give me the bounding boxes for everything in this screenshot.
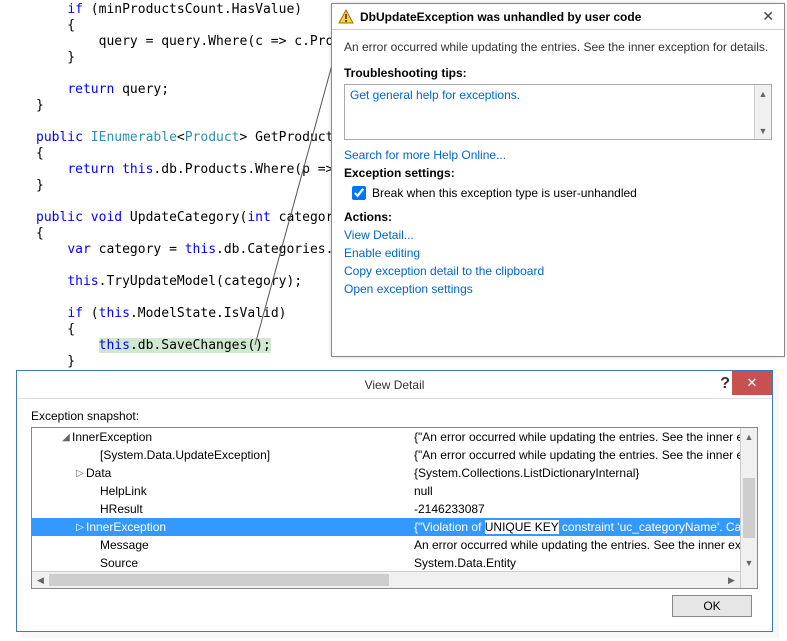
- property-name: Data: [86, 466, 111, 480]
- code-line: [36, 194, 44, 209]
- exception-popup: DbUpdateException was unhandled by user …: [331, 3, 785, 357]
- close-icon[interactable]: ✕: [758, 8, 778, 25]
- view-detail-dialog: View Detail ? ✕ Exception snapshot: ◢Inn…: [16, 370, 773, 632]
- code-line: this.TryUpdateModel(category);: [36, 274, 302, 289]
- highlighted-statement: this.db.SaveChanges();: [99, 338, 271, 353]
- tree-name-cell: HelpLink: [32, 484, 414, 498]
- code-line: }: [36, 50, 75, 65]
- code-line: [36, 290, 44, 305]
- tips-heading: Troubleshooting tips:: [344, 66, 772, 80]
- tree-value-cell: null: [414, 484, 740, 498]
- tree-name-cell: [System.Data.UpdateException]: [32, 448, 414, 462]
- tree-row[interactable]: Message An error occurred while updating …: [32, 536, 740, 554]
- tree-value-cell: {"An error occurred while updating the e…: [414, 430, 740, 444]
- tree-row[interactable]: HelpLink null: [32, 482, 740, 500]
- code-line: public void UpdateCategory(int categoryI…: [36, 210, 365, 225]
- tree-row[interactable]: [System.Data.UpdateException] {"An error …: [32, 446, 740, 464]
- tree-value-cell: {System.Collections.ListDictionaryIntern…: [414, 466, 740, 480]
- tree-value-cell: {"An error occurred while updating the e…: [414, 448, 740, 462]
- scroll-up-icon[interactable]: ▲: [755, 85, 771, 102]
- code-line: {: [36, 322, 75, 337]
- property-name: InnerException: [86, 520, 166, 534]
- snapshot-label: Exception snapshot:: [31, 409, 758, 423]
- tree-horizontal-scrollbar[interactable]: ◀▶: [32, 571, 740, 588]
- selected-text: UNIQUE KEY: [485, 520, 559, 534]
- break-checkbox[interactable]: [352, 186, 366, 200]
- scroll-down-icon[interactable]: ▼: [741, 554, 757, 571]
- tree-name-cell: Source: [32, 556, 414, 570]
- code-line: [36, 114, 44, 129]
- code-line: this.db.SaveChanges();: [36, 338, 271, 353]
- tree-name-cell: ▷Data: [32, 466, 414, 480]
- popup-header: DbUpdateException was unhandled by user …: [332, 4, 784, 30]
- tip-link[interactable]: Get general help for exceptions.: [350, 88, 766, 102]
- help-icon[interactable]: ?: [720, 375, 730, 393]
- tips-scrollbar[interactable]: ▲▼: [754, 85, 771, 139]
- property-name: HResult: [100, 502, 143, 516]
- tree-name-cell: ▷InnerException: [32, 520, 414, 534]
- property-name: [System.Data.UpdateException]: [100, 448, 270, 462]
- property-name: HelpLink: [100, 484, 147, 498]
- popup-title: DbUpdateException was unhandled by user …: [360, 10, 758, 24]
- scroll-up-icon[interactable]: ▲: [741, 428, 757, 445]
- exception-message: An error occurred while updating the ent…: [344, 36, 772, 62]
- tree-name-cell: Message: [32, 538, 414, 552]
- property-name: Source: [100, 556, 138, 570]
- property-name: InnerException: [72, 430, 152, 444]
- code-line: [36, 66, 44, 81]
- search-online-link[interactable]: Search for more Help Online...: [344, 148, 772, 162]
- dialog-titlebar[interactable]: View Detail ? ✕: [17, 371, 772, 399]
- expand-icon[interactable]: ▷: [74, 522, 86, 533]
- ok-button[interactable]: OK: [672, 595, 752, 617]
- property-name: Message: [100, 538, 149, 552]
- code-line: }: [36, 354, 75, 369]
- code-line: }: [36, 98, 44, 113]
- break-checkbox-label: Break when this exception type is user-u…: [372, 186, 637, 200]
- code-line: }: [36, 178, 44, 193]
- tree-row[interactable]: HResult -2146233087: [32, 500, 740, 518]
- tree-name-cell: HResult: [32, 502, 414, 516]
- scroll-thumb[interactable]: [743, 478, 755, 538]
- open-settings-link[interactable]: Open exception settings: [344, 282, 772, 296]
- tree-value-cell: -2146233087: [414, 502, 740, 516]
- tree-row[interactable]: ▷InnerException{"Violation of UNIQUE KEY…: [32, 518, 740, 536]
- tree-row[interactable]: ▷Data{System.Collections.ListDictionaryI…: [32, 464, 740, 482]
- tree-value-cell: System.Data.Entity: [414, 556, 740, 570]
- tree-value-cell: {"Violation of UNIQUE KEY constraint 'uc…: [414, 520, 740, 534]
- tree-value-cell: An error occurred while updating the ent…: [414, 538, 740, 552]
- expand-icon[interactable]: ◢: [60, 432, 72, 443]
- code-line: [36, 258, 44, 273]
- expand-icon[interactable]: ▷: [74, 468, 86, 479]
- code-line: {: [36, 18, 75, 33]
- view-detail-link[interactable]: View Detail...: [344, 228, 772, 242]
- actions-heading: Actions:: [344, 210, 772, 224]
- code-line: if (this.ModelState.IsValid): [36, 306, 286, 321]
- scroll-left-icon[interactable]: ◀: [32, 572, 49, 588]
- scroll-right-icon[interactable]: ▶: [723, 572, 740, 588]
- code-line: return query;: [36, 82, 169, 97]
- tree-vertical-scrollbar[interactable]: ▲▼: [740, 428, 757, 588]
- scroll-thumb[interactable]: [49, 574, 389, 586]
- code-line: if (minProductsCount.HasValue): [36, 2, 302, 17]
- dialog-close-button[interactable]: ✕: [732, 371, 772, 395]
- settings-heading: Exception settings:: [344, 166, 772, 180]
- tree-name-cell: ◢InnerException: [32, 430, 414, 444]
- code-line: {: [36, 146, 44, 161]
- tree-row[interactable]: ◢InnerException{"An error occurred while…: [32, 428, 740, 446]
- tree-row[interactable]: Source System.Data.Entity: [32, 554, 740, 571]
- tips-listbox[interactable]: Get general help for exceptions. ▲▼: [344, 84, 772, 140]
- code-line: return this.db.Products.Where(p => p.Cat: [36, 162, 380, 177]
- code-line: {: [36, 226, 44, 241]
- exception-tree[interactable]: ◢InnerException{"An error occurred while…: [31, 427, 758, 589]
- warning-icon: [338, 9, 354, 25]
- copy-detail-link[interactable]: Copy exception detail to the clipboard: [344, 264, 772, 278]
- enable-editing-link[interactable]: Enable editing: [344, 246, 772, 260]
- scroll-down-icon[interactable]: ▼: [755, 122, 771, 139]
- break-checkbox-row[interactable]: Break when this exception type is user-u…: [344, 184, 772, 206]
- dialog-title: View Detail: [365, 378, 425, 392]
